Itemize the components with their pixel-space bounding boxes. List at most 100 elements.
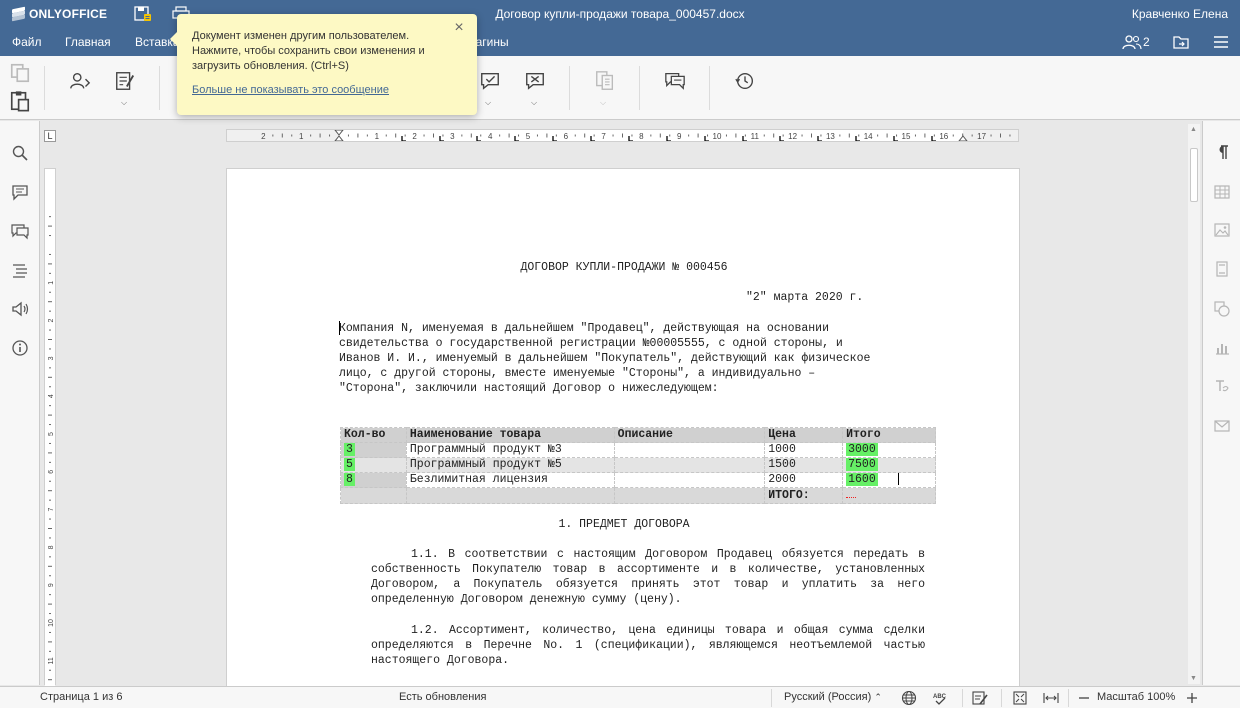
tab-stop[interactable] xyxy=(817,136,822,141)
users-button[interactable]: 2 xyxy=(1122,34,1150,50)
tab-stop[interactable] xyxy=(855,136,860,141)
qty-cell[interactable]: 8 xyxy=(340,471,407,489)
compare-icon[interactable] xyxy=(590,66,620,96)
tab-stop[interactable] xyxy=(779,136,784,141)
tab-stop[interactable] xyxy=(401,136,406,141)
clause-1-1[interactable]: 1.1. В соответствии с настоящим Договоро… xyxy=(371,547,925,607)
vertical-ruler[interactable]: 1 2 3 4 5 6 7 8 9 10 11 xyxy=(44,168,56,689)
tab-stop[interactable] xyxy=(931,136,936,141)
total-cell[interactable]: 3000 xyxy=(842,442,936,458)
clause-1-2[interactable]: 1.2. Ассортимент, количество, цена едини… xyxy=(371,623,925,668)
price-cell[interactable]: 2000 xyxy=(764,471,844,489)
price-cell[interactable]: 1500 xyxy=(764,457,844,473)
accept-change-caret[interactable]: ⌵ xyxy=(485,98,491,108)
tab-stop[interactable] xyxy=(476,136,481,141)
co-editing-icon[interactable] xyxy=(110,66,140,96)
desc-cell[interactable] xyxy=(613,457,766,473)
search-icon[interactable] xyxy=(10,143,30,163)
fit-width-icon[interactable] xyxy=(1043,690,1059,706)
page-counter[interactable]: Страница 1 из 6 xyxy=(40,691,122,703)
scroll-down-icon[interactable]: ▼ xyxy=(1190,675,1197,682)
vertical-scrollbar[interactable]: ▲ ▼ xyxy=(1188,124,1200,684)
right-indent-marker[interactable] xyxy=(958,135,968,141)
tab-stop[interactable] xyxy=(704,136,709,141)
total-cell[interactable]: 7500 xyxy=(842,457,936,473)
grand-total-cell[interactable] xyxy=(842,487,936,505)
co-editing-caret[interactable]: ⌵ xyxy=(121,98,127,108)
table-settings-icon[interactable] xyxy=(1213,183,1231,201)
tab-stop[interactable] xyxy=(628,136,633,141)
about-icon[interactable] xyxy=(10,338,30,358)
table-header-cell[interactable]: Наименование товара xyxy=(405,427,615,443)
desc-cell[interactable] xyxy=(613,471,766,489)
close-icon[interactable]: × xyxy=(451,20,467,36)
compare-caret[interactable]: ⌵ xyxy=(600,98,606,108)
update-notification[interactable]: × Документ изменен другим пользователем.… xyxy=(170,14,477,115)
reject-change-icon[interactable] xyxy=(520,66,550,96)
tab-stop-selector[interactable]: L xyxy=(44,130,56,142)
goods-table[interactable]: Кол-во Наименование товара Описание Цена… xyxy=(340,427,936,505)
qty-cell[interactable]: 5 xyxy=(340,457,407,473)
version-history-icon[interactable] xyxy=(730,66,760,96)
dont-show-again-link[interactable]: Больше не показывать это сообщение xyxy=(192,84,389,96)
tab-stop[interactable] xyxy=(514,136,519,141)
shape-settings-icon[interactable] xyxy=(1213,300,1231,318)
indent-marker[interactable] xyxy=(334,130,344,141)
user-name[interactable]: Кравченко Елена xyxy=(1132,7,1228,21)
reject-change-caret[interactable]: ⌵ xyxy=(531,98,537,108)
mail-merge-icon[interactable] xyxy=(1213,417,1231,435)
language-select[interactable]: Русский (Россия) ⌃ xyxy=(784,691,882,703)
tab-stop[interactable] xyxy=(590,136,595,141)
chat-icon[interactable] xyxy=(10,221,30,241)
table-header-cell[interactable]: Цена xyxy=(764,427,844,443)
scroll-up-icon[interactable]: ▲ xyxy=(1190,126,1197,133)
price-cell[interactable]: 1000 xyxy=(764,442,844,458)
zoom-level[interactable]: Масштаб 100% xyxy=(1097,691,1175,703)
scrollbar-thumb[interactable] xyxy=(1190,148,1198,202)
tab-stop[interactable] xyxy=(552,136,557,141)
sharing-icon[interactable] xyxy=(65,66,95,96)
horizontal-ruler[interactable]: 2 1 1 2 3 4 5 6 7 8 9 10 11 12 13 14 15 16 17 xyxy=(226,129,1019,142)
desc-cell[interactable] xyxy=(613,487,766,505)
name-cell[interactable]: Программный продукт №5 xyxy=(405,457,615,473)
comments-icon[interactable] xyxy=(660,66,690,96)
qty-cell[interactable]: 3 xyxy=(340,442,407,458)
name-cell[interactable] xyxy=(405,487,615,505)
document-page[interactable]: ДОГОВОР КУПЛИ-ПРОДАЖИ № 000456 "2" марта… xyxy=(226,168,1020,688)
header-footer-settings-icon[interactable] xyxy=(1213,260,1231,278)
notification-message[interactable]: Документ изменен другим пользователем. Н… xyxy=(192,29,442,74)
updates-status[interactable]: Есть обновления xyxy=(399,691,486,703)
comment-icon[interactable] xyxy=(10,182,30,202)
track-changes-icon[interactable] xyxy=(972,690,988,706)
chart-settings-icon[interactable] xyxy=(1213,339,1231,357)
spell-check-icon[interactable]: ABC xyxy=(932,690,948,706)
zoom-in-icon[interactable] xyxy=(1184,690,1200,706)
accept-change-icon[interactable] xyxy=(475,66,505,96)
paste-icon[interactable] xyxy=(6,90,34,112)
navigation-icon[interactable] xyxy=(10,260,30,280)
fit-page-icon[interactable] xyxy=(1012,690,1028,706)
table-header-cell[interactable]: Итого xyxy=(842,427,936,443)
tab-stop[interactable] xyxy=(742,136,747,141)
paragraph-settings-icon[interactable] xyxy=(1213,143,1231,161)
table-header-cell[interactable]: Кол-во xyxy=(340,427,407,443)
feedback-icon[interactable] xyxy=(10,299,30,319)
copy-icon[interactable] xyxy=(6,62,34,84)
hamburger-menu-icon[interactable] xyxy=(1213,34,1229,53)
menu-file[interactable]: Файл xyxy=(12,35,42,49)
total-cell[interactable]: 1600 xyxy=(842,471,936,489)
menu-home[interactable]: Главная xyxy=(65,35,111,49)
name-cell[interactable]: Программный продукт №3 xyxy=(405,442,615,458)
tab-stop[interactable] xyxy=(666,136,671,141)
tab-stop[interactable] xyxy=(439,136,444,141)
image-settings-icon[interactable] xyxy=(1213,221,1231,239)
name-cell[interactable]: Безлимитная лицензия xyxy=(405,471,615,489)
zoom-out-icon[interactable] xyxy=(1076,690,1092,706)
total-label-cell[interactable]: ИТОГО: xyxy=(764,487,844,505)
text-art-settings-icon[interactable] xyxy=(1213,377,1231,395)
tab-stop[interactable] xyxy=(893,136,898,141)
desc-cell[interactable] xyxy=(613,442,766,458)
open-location-icon[interactable] xyxy=(1173,34,1189,53)
document-language-icon[interactable] xyxy=(901,690,917,706)
qty-cell[interactable] xyxy=(340,487,407,505)
